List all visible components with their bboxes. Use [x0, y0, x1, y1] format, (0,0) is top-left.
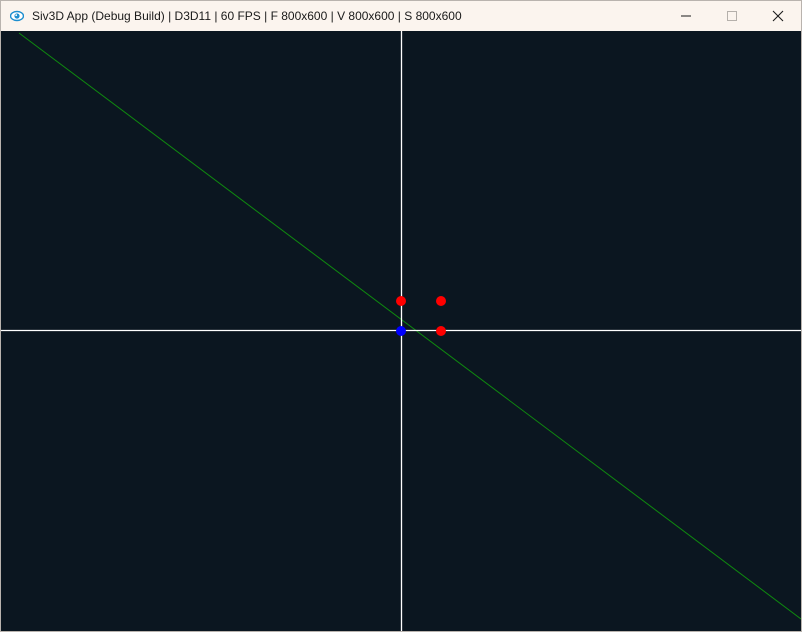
render-canvas[interactable]	[1, 31, 801, 631]
siv3d-eye-icon	[10, 10, 24, 22]
red-point-top-left	[396, 296, 406, 306]
red-point-right	[436, 326, 446, 336]
app-window: Siv3D App (Debug Build) | D3D11 | 60 FPS…	[0, 0, 802, 632]
title-bar[interactable]: Siv3D App (Debug Build) | D3D11 | 60 FPS…	[1, 1, 801, 31]
maximize-icon	[727, 11, 737, 21]
minimize-icon	[681, 15, 691, 17]
close-button[interactable]	[755, 1, 801, 31]
blue-point-origin	[396, 326, 406, 336]
minimize-button[interactable]	[663, 1, 709, 31]
window-title: Siv3D App (Debug Build) | D3D11 | 60 FPS…	[32, 9, 462, 23]
scene-svg	[1, 31, 801, 631]
red-point-top-right	[436, 296, 446, 306]
close-icon	[772, 10, 784, 22]
maximize-button[interactable]	[709, 1, 755, 31]
